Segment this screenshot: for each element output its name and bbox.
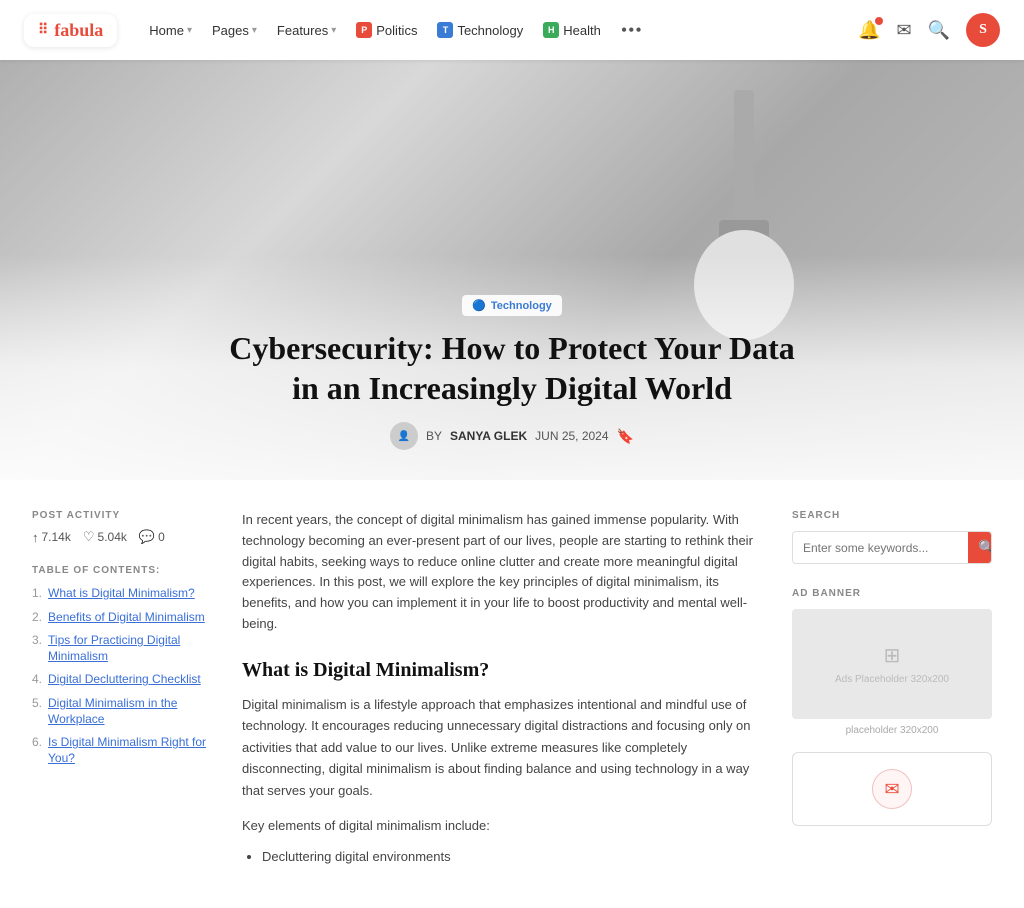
table-of-contents: 1. What is Digital Minimalism? 2. Benefi… [32,586,212,766]
toc-item-6: 6. Is Digital Minimalism Right for You? [32,735,212,766]
toc-link-5[interactable]: Digital Minimalism in the Workplace [48,696,212,727]
navbar-right: 🔔 ✉ 🔍 S [858,13,1000,47]
views-stat: ↑ 7.14k [32,530,71,545]
hero-section: 🔵 Technology Cybersecurity: How to Prote… [0,60,1024,480]
bookmark-icon[interactable]: 🔖 [617,428,634,445]
ad-placeholder-text: Ads Placeholder 320x200 [835,674,949,685]
chevron-down-icon: ▾ [331,25,336,36]
notifications-button[interactable]: 🔔 [858,20,880,41]
nav-home[interactable]: Home ▾ [149,23,192,38]
user-avatar[interactable]: S [966,13,1000,47]
search-icon: 🔍 [928,20,950,41]
views-count: 7.14k [42,530,71,544]
article-bullet-list: Decluttering digital environments [242,846,762,867]
article-category-tag[interactable]: 🔵 Technology [462,295,562,316]
post-stats: ↑ 7.14k ♡ 5.04k 💬 0 [32,529,212,545]
article-section-heading: What is Digital Minimalism? [242,659,762,682]
toc-item-4: 4. Digital Decluttering Checklist [32,672,212,688]
toc-link-6[interactable]: Is Digital Minimalism Right for You? [48,735,212,766]
nav-health[interactable]: H Health [543,22,601,38]
notification-dot [875,17,883,25]
navbar-left: ⠿ fabula Home ▾ Pages ▾ Features ▾ P Pol… [24,14,643,47]
likes-count: 5.04k [98,530,127,544]
toc-label: TABLE OF CONTENTS: [32,565,212,576]
comments-count: 0 [158,530,165,544]
toc-link-1[interactable]: What is Digital Minimalism? [48,586,195,602]
post-activity-label: POST ACTIVITY [32,510,212,521]
article-content: In recent years, the concept of digital … [242,510,762,868]
mail-icon: ✉ [896,20,911,41]
search-box: 🔍 [792,531,992,564]
toc-link-4[interactable]: Digital Decluttering Checklist [48,672,201,688]
hero-overlay: 🔵 Technology Cybersecurity: How to Prote… [0,255,1024,480]
toc-link-3[interactable]: Tips for Practicing Digital Minimalism [48,633,212,664]
technology-icon: T [437,22,453,38]
chevron-down-icon: ▾ [187,25,192,36]
search-input[interactable] [793,534,968,562]
nav-pages[interactable]: Pages ▾ [212,23,257,38]
chevron-down-icon: ▾ [252,25,257,36]
search-button[interactable]: 🔍 [928,20,950,41]
logo-text: fabula [54,20,103,41]
author-name[interactable]: SANYA GLEK [450,429,527,443]
nav-features[interactable]: Features ▾ [277,23,336,38]
navbar: ⠿ fabula Home ▾ Pages ▾ Features ▾ P Pol… [0,0,1024,60]
logo-dots-icon: ⠿ [38,22,48,39]
search-section-label: SEARCH [792,510,992,521]
technology-tag-icon: 🔵 [472,299,486,312]
ad-banner-label: AD BANNER [792,588,992,599]
by-label: BY [426,429,442,443]
heart-icon: ♡ [83,529,95,545]
ad-banner-placeholder: ⊞ Ads Placeholder 320x200 [792,609,992,719]
image-placeholder-icon: ⊞ [884,643,901,668]
nav-technology[interactable]: T Technology [437,22,523,38]
list-item: Decluttering digital environments [262,846,762,867]
main-content: POST ACTIVITY ↑ 7.14k ♡ 5.04k 💬 0 TABLE … [12,510,1012,908]
search-submit-icon: 🔍 [978,539,992,556]
left-sidebar: POST ACTIVITY ↑ 7.14k ♡ 5.04k 💬 0 TABLE … [32,510,212,868]
toc-item-1: 1. What is Digital Minimalism? [32,586,212,602]
article-meta: 👤 BY SANYA GLEK JUN 25, 2024 🔖 [20,422,1004,450]
nav-politics[interactable]: P Politics [356,22,417,38]
likes-stat: ♡ 5.04k [83,529,127,545]
toc-item-3: 3. Tips for Practicing Digital Minimalis… [32,633,212,664]
toc-link-2[interactable]: Benefits of Digital Minimalism [48,610,205,626]
article-date: JUN 25, 2024 [535,429,608,443]
toc-item-5: 5. Digital Minimalism in the Workplace [32,696,212,727]
author-avatar: 👤 [390,422,418,450]
mail-button[interactable]: ✉ [896,20,911,41]
email-widget[interactable]: ✉ [792,752,992,826]
article-intro: In recent years, the concept of digital … [242,510,762,635]
toc-item-2: 2. Benefits of Digital Minimalism [32,610,212,626]
nav-links: Home ▾ Pages ▾ Features ▾ P Politics T T… [149,20,642,41]
email-icon: ✉ [872,769,912,809]
article-paragraph-1: Digital minimalism is a lifestyle approa… [242,694,762,801]
article-paragraph-2: Key elements of digital minimalism inclu… [242,815,762,836]
logo[interactable]: ⠿ fabula [24,14,117,47]
right-sidebar: SEARCH 🔍 AD BANNER ⊞ Ads Placeholder 320… [792,510,992,868]
health-icon: H [543,22,559,38]
ad-size-label: placeholder 320x200 [792,725,992,736]
comment-icon: 💬 [139,529,155,545]
politics-icon: P [356,22,372,38]
chart-icon: ↑ [32,530,39,545]
more-options-icon[interactable]: ••• [621,20,643,41]
article-title: Cybersecurity: How to Protect Your Data … [212,328,812,408]
search-submit-button[interactable]: 🔍 [968,532,992,563]
comments-stat: 💬 0 [139,529,165,545]
